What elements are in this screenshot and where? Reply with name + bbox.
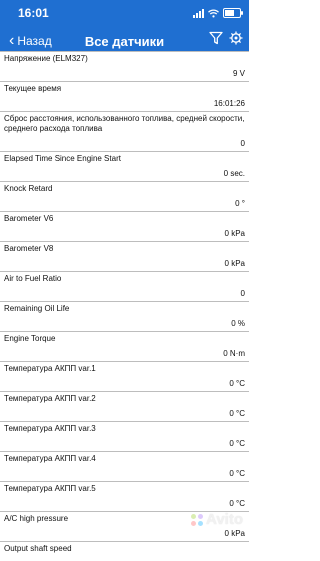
- sensor-row[interactable]: Barometer V8 0 kPa: [0, 241, 249, 271]
- sensor-label: Barometer V8: [4, 244, 54, 253]
- sensor-label: A/C high pressure: [4, 514, 69, 523]
- status-bar: 16:01: [0, 0, 249, 26]
- sensor-row[interactable]: Knock Retard 0 °: [0, 181, 249, 211]
- nav-actions: [209, 31, 243, 45]
- sensor-label: Barometer V6: [4, 214, 54, 223]
- sensor-value: 0 °C: [229, 439, 245, 448]
- sensor-value: 0: [240, 139, 245, 148]
- sensor-label: Engine Torque: [4, 334, 56, 343]
- status-icons: [193, 8, 243, 18]
- sensor-row[interactable]: Elapsed Time Since Engine Start 0 sec.: [0, 151, 249, 181]
- sensor-label: Напряжение (ELM327): [4, 54, 88, 63]
- sensor-row[interactable]: Remaining Oil Life 0 %: [0, 301, 249, 331]
- sensor-value: 0 kPa: [224, 229, 245, 238]
- sensor-list: Напряжение (ELM327) 9 V Текущее время 16:01…: [0, 51, 249, 561]
- sensor-value: 0 °C: [229, 409, 245, 418]
- sensor-label: Сброс расстояния, использованного топлив…: [4, 114, 245, 133]
- sensor-row[interactable]: Напряжение (ELM327) 9 V: [0, 51, 249, 81]
- sensor-value: 0 °C: [229, 379, 245, 388]
- sensor-label: Температура АКПП var.5: [4, 484, 96, 493]
- sensor-value: 0 N·m: [223, 349, 245, 358]
- sensor-label: Текущее время: [4, 84, 62, 93]
- sensor-row[interactable]: Температура АКПП var.4 0 °C: [0, 451, 249, 481]
- sensor-value: 0: [240, 289, 245, 298]
- sensor-value: 0 °C: [229, 469, 245, 478]
- sensor-value: 0 °: [235, 199, 245, 208]
- sensor-row[interactable]: Температура АКПП var.2 0 °C: [0, 391, 249, 421]
- sensor-value: 0 °C: [229, 499, 245, 508]
- sensor-label: Knock Retard: [4, 184, 53, 193]
- sensor-value: 0 kPa: [224, 259, 245, 268]
- sensor-label: Температура АКПП var.3: [4, 424, 96, 433]
- sensor-row[interactable]: Температура АКПП var.5 0 °C: [0, 481, 249, 511]
- settings-icon[interactable]: [229, 31, 243, 45]
- filter-icon[interactable]: [209, 31, 223, 45]
- sensor-value: 0 kPa: [224, 529, 245, 538]
- battery-icon: [223, 8, 243, 18]
- sensor-label: Температура АКПП var.4: [4, 454, 96, 463]
- sensor-value: 9 V: [232, 69, 245, 78]
- cellular-signal-icon: [193, 8, 204, 18]
- sensor-label: Elapsed Time Since Engine Start: [4, 154, 121, 163]
- sensor-row[interactable]: Barometer V6 0 kPa: [0, 211, 249, 241]
- sensor-row[interactable]: Engine Torque 0 N·m: [0, 331, 249, 361]
- sensor-label: Air to Fuel Ratio: [4, 274, 62, 283]
- sensor-value: 0 sec.: [223, 169, 245, 178]
- sensor-row[interactable]: Air to Fuel Ratio 0: [0, 271, 249, 301]
- sensor-row[interactable]: A/C high pressure 0 kPa: [0, 511, 249, 541]
- sensor-row[interactable]: Output shaft speed: [0, 541, 249, 561]
- sensor-label: Remaining Oil Life: [4, 304, 70, 313]
- status-time: 16:01: [18, 6, 49, 20]
- sensor-row[interactable]: Температура АКПП var.1 0 °C: [0, 361, 249, 391]
- sensor-value: 16:01:26: [213, 99, 245, 108]
- sensor-label: Температура АКПП var.1: [4, 364, 96, 373]
- sensor-label: Температура АКПП var.2: [4, 394, 96, 403]
- sensor-row[interactable]: Сброс расстояния, использованного топлив…: [0, 111, 249, 151]
- sensor-label: Output shaft speed: [4, 544, 72, 553]
- wifi-icon: [208, 8, 219, 17]
- sensor-row[interactable]: Текущее время 16:01:26: [0, 81, 249, 111]
- sensor-row[interactable]: Температура АКПП var.3 0 °C: [0, 421, 249, 451]
- sensor-value: 0 %: [231, 319, 245, 328]
